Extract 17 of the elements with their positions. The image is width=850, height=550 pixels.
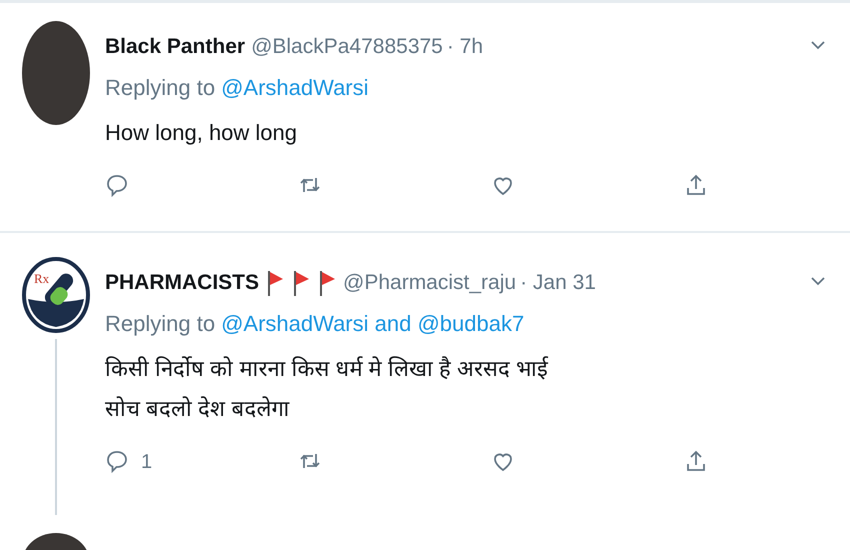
flag-icon[interactable] (318, 269, 336, 297)
tweet-text: किसी निर्दोष को मारना किस धर्म मे लिखा है अरसद भाई सोच बदलो देश बदलेगा (105, 355, 550, 423)
reply-count: 1 (141, 450, 152, 474)
tweet-time[interactable]: · 7h (446, 35, 484, 59)
flag-icon[interactable] (266, 269, 284, 297)
mention-link[interactable]: @ArshadWarsi and @budbak7 (221, 311, 524, 337)
author-name[interactable]: Black Panther (105, 35, 246, 59)
avatar-logo[interactable]: Rx (22, 257, 90, 333)
replying-label: Replying to (105, 311, 216, 337)
user-handle[interactable]: @Pharmacist_raju (343, 271, 516, 295)
flag-icon[interactable] (292, 269, 310, 297)
author-name[interactable]: PHARMACISTS (105, 271, 260, 295)
user-handle[interactable]: @BlackPa47885375 (251, 35, 443, 59)
tweet-text: How long, how long (105, 119, 298, 147)
tweet-time[interactable]: · Jan 31 (520, 271, 596, 295)
replying-label: Replying to (105, 75, 216, 101)
mention-link[interactable]: @ArshadWarsi (221, 75, 369, 101)
